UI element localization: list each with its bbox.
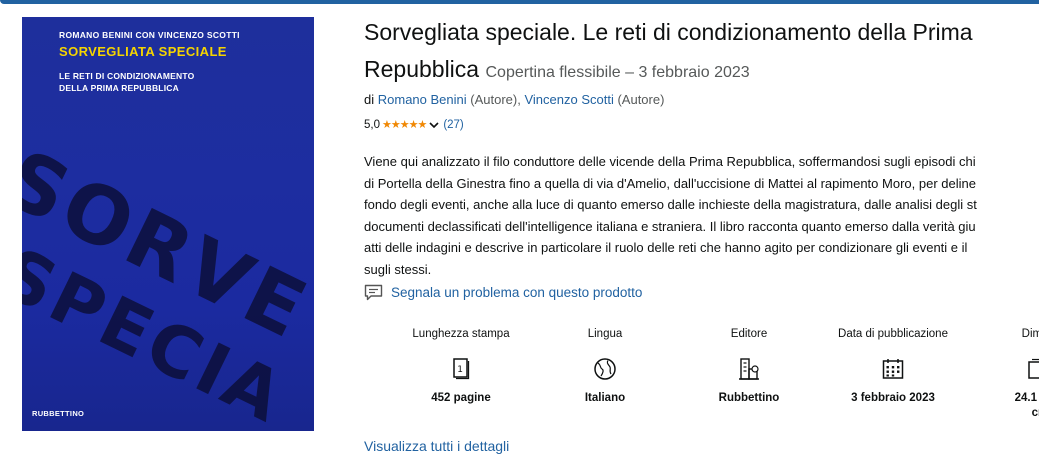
attribute-print-length: Lunghezza stampa 1 452 pagine <box>396 317 526 406</box>
attribute-value: 452 pagine <box>431 392 491 404</box>
attribute-label: Lunghezza stampa <box>412 328 510 340</box>
feedback-icon <box>364 284 383 301</box>
description-line: atti delle indagini e descrive in partic… <box>364 240 968 255</box>
report-problem-label: Segnala un problema con questo prodotto <box>391 285 643 300</box>
cover-authors: ROMANO BENINI CON VINCENZO SCOTTI <box>59 30 240 40</box>
chevron-down-icon[interactable] <box>429 120 439 130</box>
description-line: di Portella della Ginestra fino a quella… <box>364 175 976 191</box>
review-count-link[interactable]: (27) <box>443 119 463 131</box>
product-title-line2: Repubblica <box>364 56 480 82</box>
product-title-line2-wrap: Repubblica Copertina flessibile – 3 febb… <box>364 51 1039 91</box>
description-line: fondo degli eventi, anche alla luce di q… <box>364 197 977 212</box>
attribute-dimensions: Dimer 24.1 x 3. cr <box>972 317 1039 421</box>
book-pages-icon: 1 <box>453 358 470 380</box>
author-role-1: (Autore), <box>470 92 521 107</box>
cover-subtitle-line1: LE RETI DI CONDIZIONAMENTO <box>59 71 195 81</box>
product-title-line1: Sorvegliata speciale. Le reti di condizi… <box>364 19 973 45</box>
description-line: Viene qui analizzato il filo conduttore … <box>364 154 976 169</box>
product-format: Copertina flessibile – 3 febbraio 2023 <box>485 64 750 81</box>
book-cover-image[interactable]: ROMANO BENINI CON VINCENZO SCOTTI SORVEG… <box>22 17 314 431</box>
report-problem-link[interactable]: Segnala un problema con questo prodotto <box>364 284 642 301</box>
byline-prefix: di <box>364 92 375 107</box>
attribute-label: Dimer <box>1021 328 1039 340</box>
svg-text:1: 1 <box>457 365 463 375</box>
dimensions-icon <box>1028 358 1039 379</box>
author-link-2[interactable]: Vincenzo Scotti <box>524 92 613 107</box>
cover-subtitle-line2: DELLA PRIMA REPUBBLICA <box>59 83 179 93</box>
attribute-label: Lingua <box>587 328 623 340</box>
attribute-value: Italiano <box>584 392 626 404</box>
rating-value: 5,0 <box>364 118 380 131</box>
cover-publisher: RUBBETTINO <box>32 409 85 418</box>
attribute-value: 3 febbraio 2023 <box>851 392 935 404</box>
rating-row: 5,0 ★★★★★ (27) <box>364 118 464 132</box>
description-line: documenti declassificati dell'intelligen… <box>364 218 976 234</box>
product-description: Viene qui analizzato il filo conduttore … <box>364 151 1039 280</box>
cover-title: SORVEGLIATA SPECIALE <box>59 44 227 59</box>
attribute-value: Rubbettino <box>718 392 780 404</box>
attribute-publisher: Editore Rubbettino <box>684 317 814 406</box>
accent-bar <box>0 0 1039 4</box>
star-rating-icon[interactable]: ★★★★★ <box>382 118 427 131</box>
attribute-language: Lingua Italiano <box>540 317 670 406</box>
product-title: Sorvegliata speciale. Le reti di condizi… <box>364 14 1039 91</box>
top-accent-border <box>0 0 1039 5</box>
author-link-1[interactable]: Romano Benini <box>378 92 467 107</box>
calendar-icon <box>882 359 904 379</box>
view-all-details-link[interactable]: Visualizza tutti i dettagli <box>364 438 509 454</box>
attribute-publication-date: Data di pubblicazione 3 febbraio 2023 <box>828 317 958 406</box>
cover-subtitle: LE RETI DI CONDIZIONAMENTO DELLA PRIMA R… <box>59 70 194 94</box>
description-line: sugli stessi. <box>364 261 432 277</box>
attribute-label: Editore <box>730 328 768 340</box>
attribute-value-line2: cr <box>1031 407 1039 419</box>
attribute-label: Data di pubblicazione <box>838 328 948 340</box>
product-details: Sorvegliata speciale. Le reti di condizi… <box>364 14 1039 454</box>
attribute-value: 24.1 x 3. cr <box>972 391 1039 421</box>
building-icon <box>739 358 759 380</box>
attribute-value-line1: 24.1 x 3. <box>1014 392 1039 404</box>
author-role-2: (Autore) <box>617 92 665 107</box>
globe-icon <box>594 358 616 380</box>
byline: di Romano Benini (Autore), Vincenzo Scot… <box>364 92 664 107</box>
